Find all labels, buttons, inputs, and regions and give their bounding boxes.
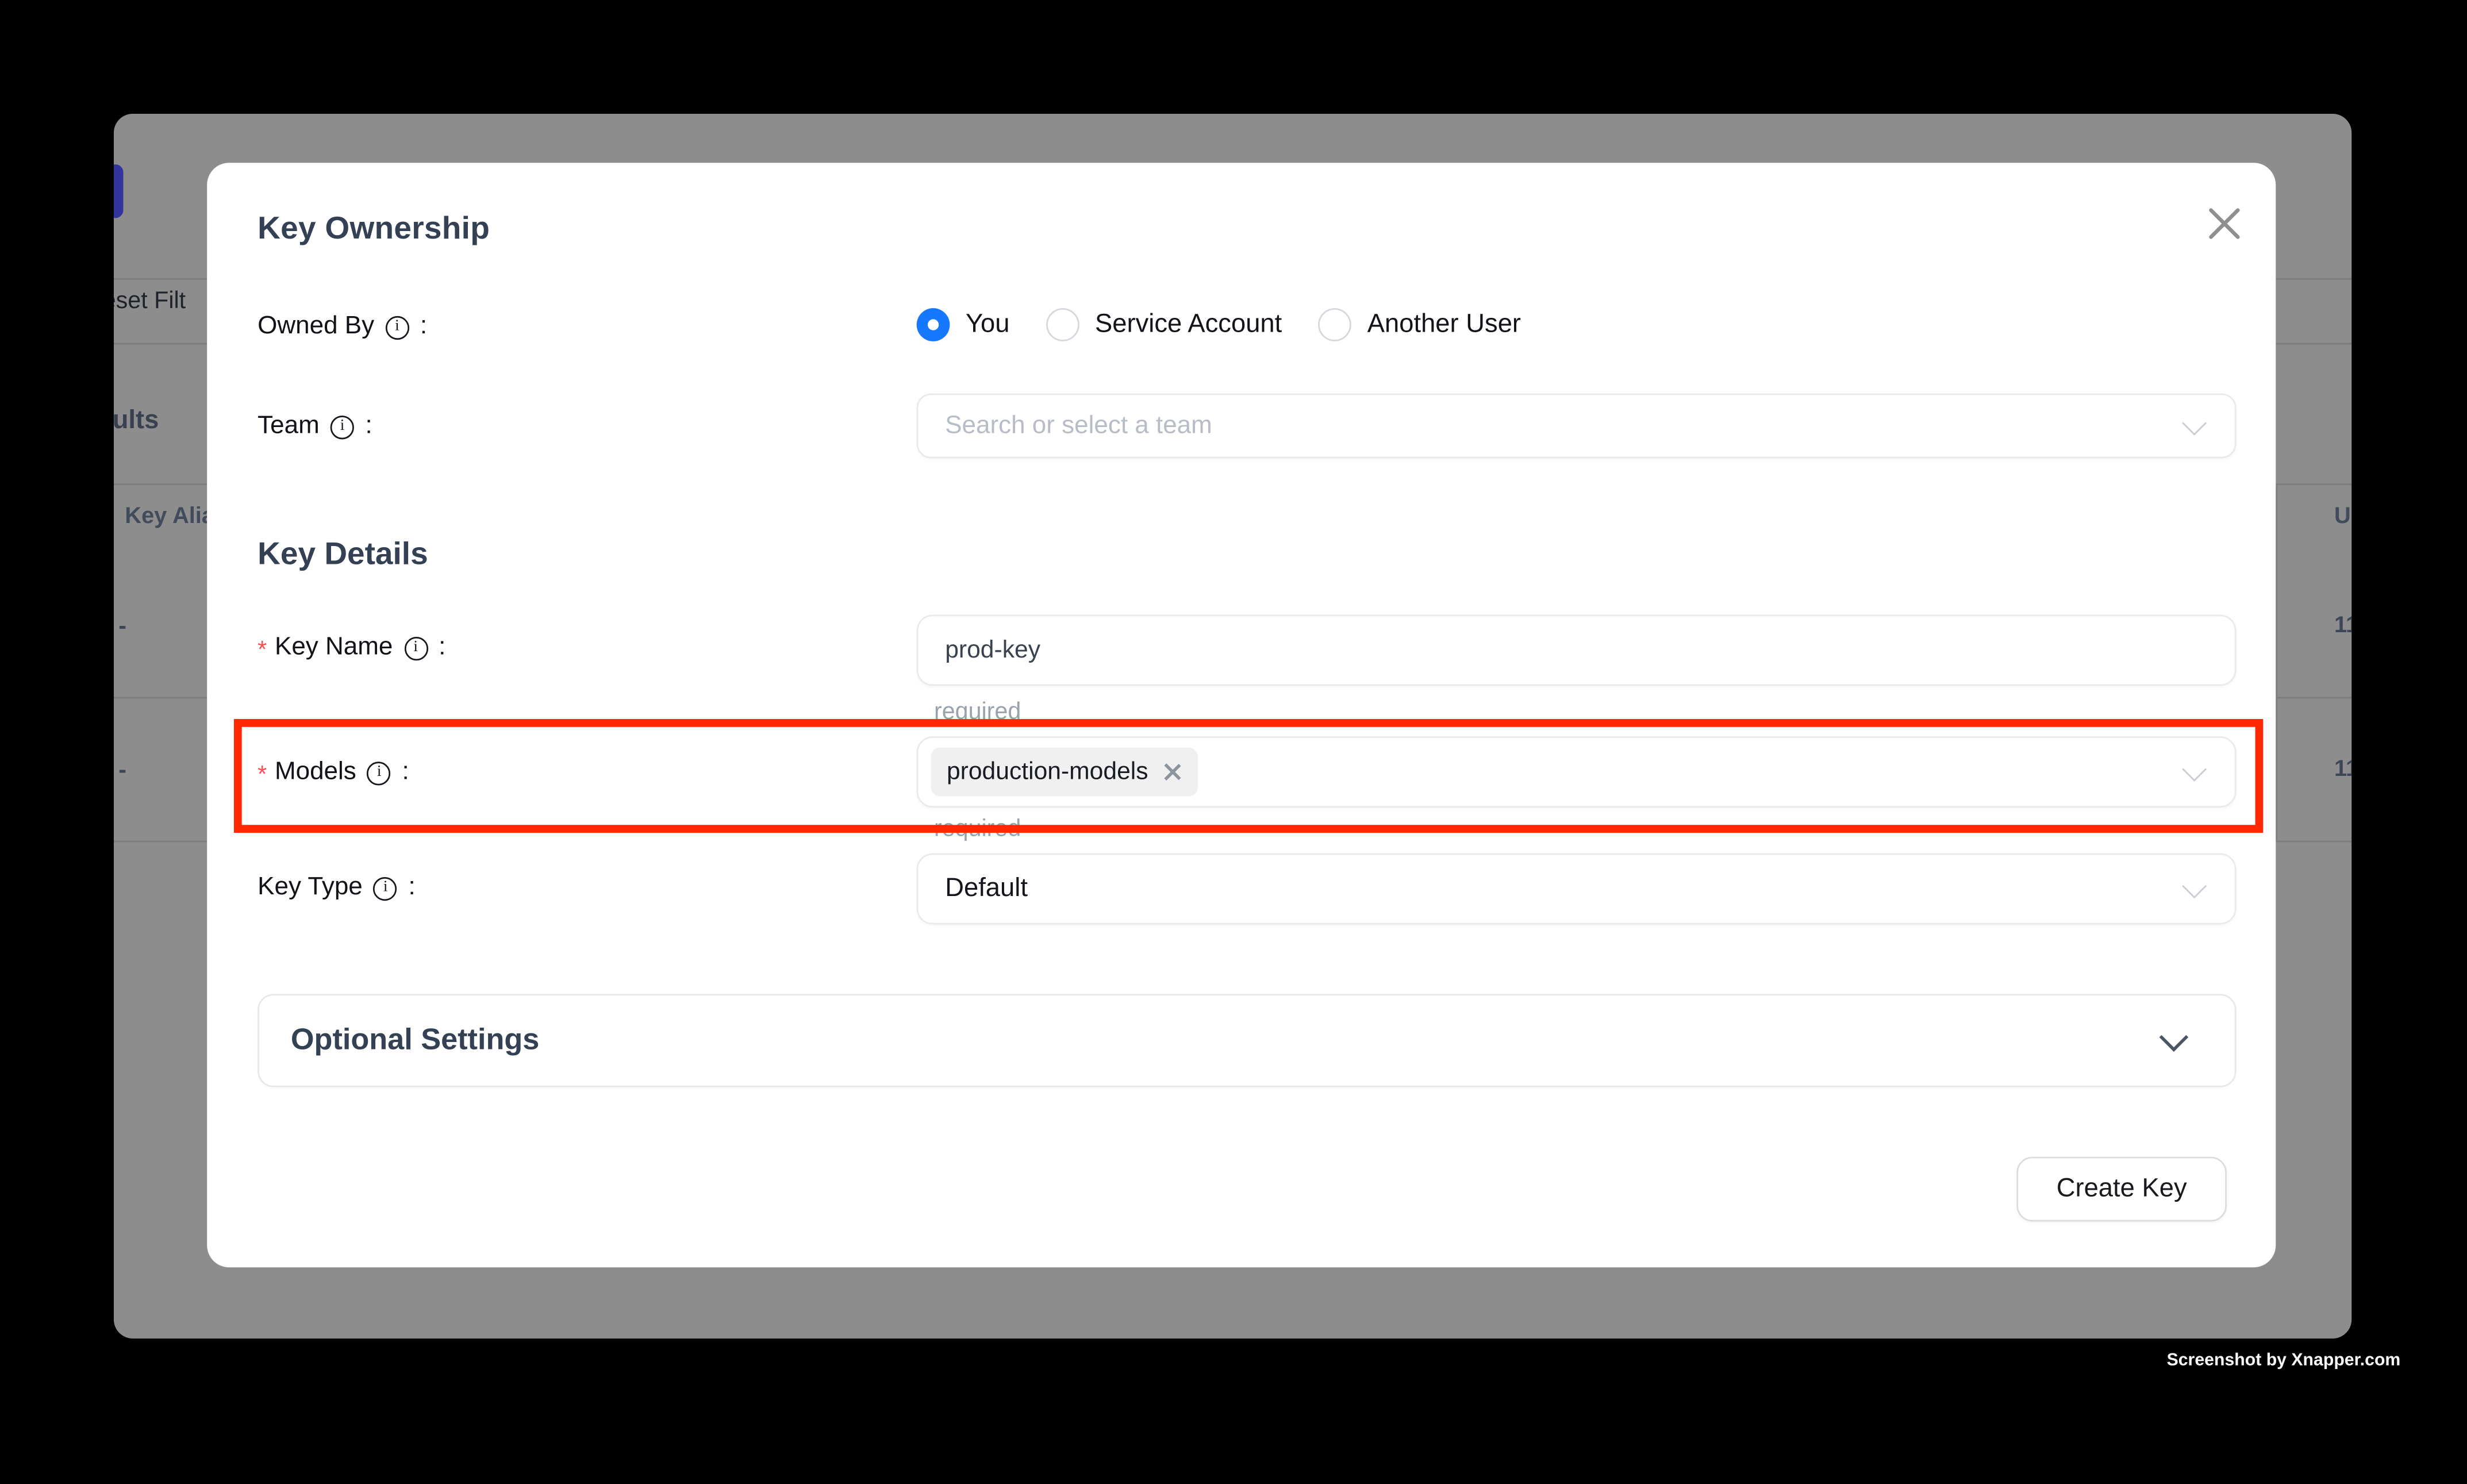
table-row-updated-value: 11/ xyxy=(2334,757,2351,782)
create-key-button[interactable]: Create Key xyxy=(2016,1157,2227,1222)
key-name-label-text: Key Name xyxy=(275,634,393,662)
info-icon[interactable] xyxy=(385,316,409,339)
team-select-placeholder: Search or select a team xyxy=(945,412,1212,440)
table-row-key-alias-value: - xyxy=(118,757,126,784)
team-select[interactable]: Search or select a team xyxy=(917,394,2237,459)
label-colon: : xyxy=(365,413,372,441)
radio-option-you[interactable]: You xyxy=(917,308,1010,341)
label-colon: : xyxy=(409,874,416,902)
radio-option-another-user[interactable]: Another User xyxy=(1319,308,1521,341)
info-icon[interactable] xyxy=(331,415,354,439)
optional-settings-panel[interactable]: Optional Settings xyxy=(258,994,2236,1087)
key-name-input[interactable]: prod-key xyxy=(917,615,2237,686)
info-icon[interactable] xyxy=(367,761,391,785)
key-type-label-text: Key Type xyxy=(258,874,363,902)
key-name-value: prod-key xyxy=(945,636,1040,664)
chevron-down-icon xyxy=(2182,410,2207,435)
key-type-select[interactable]: Default xyxy=(917,854,2237,925)
label-colon: : xyxy=(420,313,427,341)
radio-option-service-account[interactable]: Service Account xyxy=(1046,308,1282,341)
radio-label: Service Account xyxy=(1095,310,1282,340)
team-label: Team : xyxy=(258,413,372,441)
table-header-updated: Up xyxy=(2334,504,2351,529)
table-column-divider xyxy=(2276,483,2277,840)
close-icon[interactable] xyxy=(2195,194,2252,251)
radio-selected-icon[interactable] xyxy=(917,308,950,341)
chevron-down-icon xyxy=(2182,873,2207,898)
key-details-heading: Key Details xyxy=(258,537,428,574)
table-header-key-alias: Key Alia xyxy=(125,504,214,529)
team-label-text: Team xyxy=(258,413,320,441)
create-key-modal: Key Ownership Owned By : You Service Acc… xyxy=(207,163,2276,1267)
key-name-validation-message: required xyxy=(934,698,1021,725)
tag-remove-icon[interactable] xyxy=(1161,762,1182,782)
models-label: * Models : xyxy=(258,759,409,787)
chevron-down-icon xyxy=(2182,756,2207,781)
info-icon[interactable] xyxy=(374,876,397,900)
owned-by-label: Owned By : xyxy=(258,313,427,341)
owned-by-radio-group: You Service Account Another User xyxy=(917,308,1521,341)
models-validation-message: required xyxy=(934,816,1021,843)
radio-label: Another User xyxy=(1367,310,1521,340)
owned-by-label-text: Owned By xyxy=(258,313,374,341)
watermark-text: Screenshot by Xnapper.com xyxy=(2167,1351,2401,1370)
radio-unselected-icon[interactable] xyxy=(1046,308,1079,341)
optional-settings-title: Optional Settings xyxy=(291,1023,539,1058)
table-row-key-alias-value: - xyxy=(118,613,126,640)
label-colon: : xyxy=(402,759,409,787)
modal-title: Key Ownership xyxy=(258,212,490,248)
table-row-updated-value: 11/ xyxy=(2334,613,2351,639)
screenshot-root: eset Filt sults Key Alia Up - 11/ - 11/ … xyxy=(0,0,2467,1484)
required-asterisk: * xyxy=(258,636,267,663)
results-partial-text: sults xyxy=(114,406,159,436)
info-icon[interactable] xyxy=(404,636,428,660)
models-tag-text: production-models xyxy=(947,758,1148,786)
radio-unselected-icon[interactable] xyxy=(1319,308,1352,341)
chevron-down-icon xyxy=(2159,1022,2189,1051)
key-type-value: Default xyxy=(945,874,1028,904)
label-colon: : xyxy=(439,634,445,662)
models-label-text: Models xyxy=(275,759,356,787)
radio-label: You xyxy=(966,310,1010,340)
models-select[interactable]: production-models xyxy=(917,736,2237,808)
key-type-label: Key Type : xyxy=(258,874,416,902)
models-selected-tag: production-models xyxy=(931,748,1197,797)
key-name-label: * Key Name : xyxy=(258,634,445,662)
reset-filters-partial-text: eset Filt xyxy=(114,287,186,314)
required-asterisk: * xyxy=(258,761,267,788)
background-primary-button-fragment xyxy=(114,164,123,218)
